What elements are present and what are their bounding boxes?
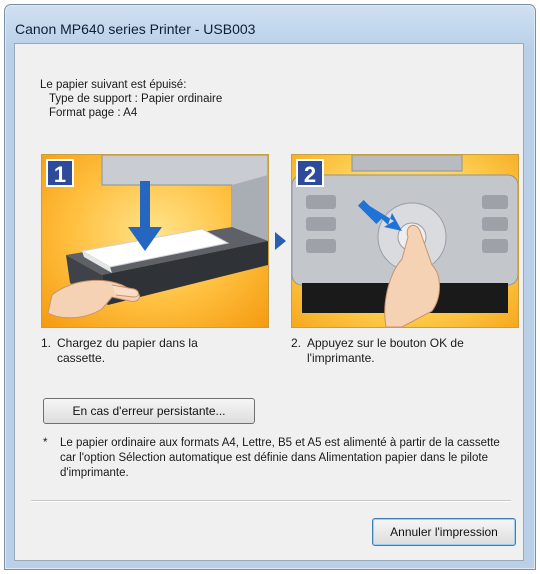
load-paper-cassette-illustration (47, 155, 268, 319)
cancel-print-button[interactable]: Annuler l'impression (372, 518, 516, 546)
step-2-text: Appuyez sur le bouton OK de l'imprimante… (307, 336, 464, 365)
step-2-number-label: 2. (291, 336, 302, 350)
message-media-type: Type de support : Papier ordinaire (49, 93, 223, 105)
footnote: * Le papier ordinaire aux formats A4, Le… (43, 436, 503, 481)
separator (31, 500, 511, 502)
footnote-text: Le papier ordinaire aux formats A4, Lett… (60, 437, 500, 479)
message-page-size: Format page : A4 (49, 107, 138, 119)
step-2-caption: 2. Appuyez sur le bouton OK de l'impriman… (291, 336, 516, 366)
window-title: Canon MP640 series Printer - USB003 (15, 21, 256, 37)
step-1-badge: 1 (46, 159, 74, 187)
dialog-body: Le papier suivant est épuisé: Type de su… (14, 43, 524, 561)
footnote-asterisk: * (43, 437, 48, 449)
printer-status-dialog: Canon MP640 series Printer - USB003 Le p… (4, 4, 536, 570)
status-message: Le papier suivant est épuisé: Type de su… (40, 78, 222, 120)
step-2-illustration: 2 (291, 154, 519, 328)
step-1-text: Chargez du papier dans la cassette. (57, 336, 198, 365)
press-ok-button-illustration (292, 155, 518, 327)
step-1-number-label: 1. (41, 336, 52, 350)
step-2-badge: 2 (296, 159, 324, 187)
next-step-arrow-icon (275, 232, 286, 250)
title-bar[interactable]: Canon MP640 series Printer - USB003 (5, 5, 535, 45)
step-1-illustration: 1 (41, 154, 269, 328)
persistent-error-button[interactable]: En cas d'erreur persistante... (43, 398, 255, 424)
step-1-caption: 1. Chargez du papier dans la cassette. (41, 336, 251, 366)
message-line-1: Le papier suivant est épuisé: (40, 79, 187, 91)
